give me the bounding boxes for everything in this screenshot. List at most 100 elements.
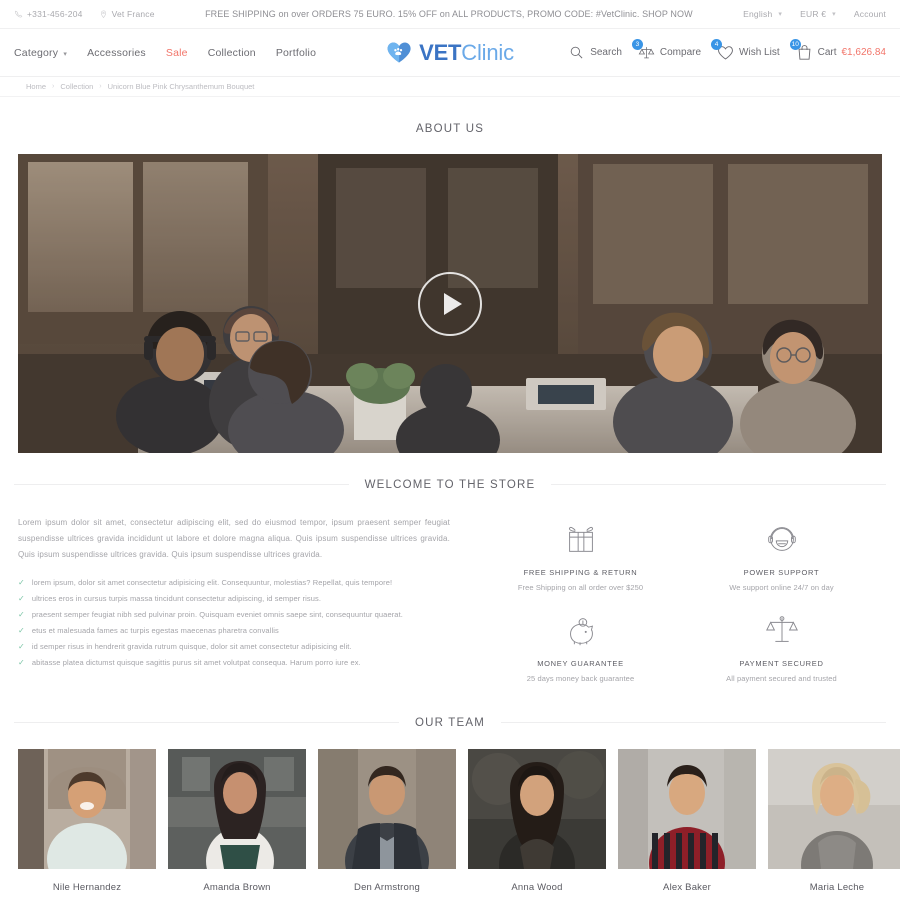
team-member-name: Anna Wood	[511, 882, 563, 893]
team-member-card[interactable]: Anna Wood Designer	[468, 749, 606, 900]
hero-video-player[interactable]	[18, 154, 882, 453]
site-logo[interactable]: VETClinic	[386, 40, 514, 66]
check-icon: ✓	[18, 594, 25, 603]
cart-total-price: €1,626.84	[841, 47, 887, 58]
service-features-grid: FREE SHIPPING & RETURN Free Shipping on …	[480, 515, 882, 697]
chevron-down-icon: ▾	[63, 50, 68, 58]
currency-selector[interactable]: EUR € ▾	[800, 9, 836, 19]
compare-button[interactable]: 3 Compare	[631, 39, 702, 61]
topbar-contact-group: +331-456-204 Vet France	[14, 9, 155, 19]
check-icon: ✓	[18, 626, 25, 635]
list-item-text: lorem ipsum, dolor sit amet consectetur …	[31, 578, 393, 587]
nav-actions: Search 3 Compare 4 Wish List 10 Cart €1,…	[568, 39, 887, 61]
welcome-paragraph: Lorem ipsum dolor sit amet, consectetur …	[18, 518, 450, 559]
topbar-phone[interactable]: +331-456-204	[14, 9, 83, 19]
feature-payment-secured: PAYMENT SECURED All payment secured and …	[681, 606, 882, 697]
search-label: Search	[590, 47, 622, 58]
feature-subtitle: 25 days money back guarantee	[526, 674, 635, 683]
primary-menu: Category ▾ Accessories Sale Collection P…	[14, 47, 316, 59]
list-item: ✓ praesent semper feugiat nibh sed pulvin…	[18, 607, 450, 623]
avatar	[18, 749, 156, 869]
welcome-heading-row: WELCOME TO THE STORE	[14, 475, 886, 493]
team-member-name: Maria Leche	[809, 882, 865, 893]
logo-wordmark: VETClinic	[419, 40, 514, 66]
list-item: ✓ lorem ipsum, dolor sit amet consectetur…	[18, 575, 450, 591]
nav-item-sale[interactable]: Sale	[166, 47, 188, 59]
search-icon	[568, 44, 585, 61]
feature-free-shipping: FREE SHIPPING & RETURN Free Shipping on …	[480, 515, 681, 606]
avatar	[468, 749, 606, 869]
topbar-settings-group: English ▾ EUR € ▾ Account	[743, 9, 886, 19]
breadcrumb-item-collection[interactable]: Collection	[60, 82, 93, 91]
team-member-card[interactable]: Amanda Brown Project Manager	[168, 749, 306, 900]
avatar	[618, 749, 756, 869]
welcome-feature-list: ✓ lorem ipsum, dolor sit amet consectetur…	[18, 575, 450, 671]
our-team-heading: OUR TEAM	[398, 717, 502, 729]
balance-scales-icon	[687, 610, 876, 650]
nav-item-category[interactable]: Category ▾	[14, 47, 67, 59]
team-member-name: Amanda Brown	[203, 882, 271, 893]
logo-text-vet: VET	[419, 39, 462, 65]
breadcrumb-separator: ›	[52, 83, 55, 90]
nav-item-portfolio[interactable]: Portfolio	[276, 47, 316, 59]
hero-video-section	[0, 135, 900, 453]
nav-item-accessories[interactable]: Accessories	[87, 47, 146, 59]
avatar	[768, 749, 900, 869]
account-link[interactable]: Account	[854, 9, 886, 19]
currency-label: EUR €	[800, 9, 827, 19]
team-member-card[interactable]: Maria Leche Developer	[768, 749, 900, 900]
language-label: English	[743, 9, 773, 19]
nav-item-category-label: Category	[14, 46, 59, 59]
compare-badge: 3	[631, 39, 643, 50]
topbar-location-text: Vet France	[111, 9, 155, 19]
heart-icon: 4	[711, 39, 734, 61]
list-item: ✓ abitasse platea dictumst quisque sagitt…	[18, 655, 450, 671]
list-item-text: abitasse platea dictumst quisque sagitti…	[31, 658, 361, 667]
check-icon: ✓	[18, 578, 25, 587]
feature-title: POWER SUPPORT	[743, 568, 820, 577]
chevron-down-icon: ▾	[832, 11, 836, 18]
cart-label: Cart	[817, 47, 837, 58]
search-button[interactable]: Search	[568, 44, 622, 61]
welcome-text-column: Lorem ipsum dolor sit amet, consectetur …	[18, 515, 450, 697]
shopping-bag-icon: 10	[789, 39, 813, 61]
team-member-card[interactable]: Den Armstrong Team Lead	[318, 749, 456, 900]
feature-money-guarantee: MONEY GUARANTEE 25 days money back guara…	[480, 606, 681, 697]
check-icon: ✓	[18, 658, 25, 667]
play-button-icon[interactable]	[418, 271, 482, 336]
team-member-card[interactable]: Nile Hernandez CEO	[18, 749, 156, 900]
promo-banner-text[interactable]: FREE SHIPPING on over ORDERS 75 EURO. 15…	[155, 9, 743, 19]
feature-subtitle: All payment secured and trusted	[726, 674, 837, 683]
phone-icon	[14, 10, 23, 19]
our-team-heading-row: OUR TEAM	[14, 713, 886, 731]
feature-power-support: POWER SUPPORT We support online 24/7 on …	[681, 515, 882, 606]
cart-button[interactable]: 10 Cart €1,626.84	[789, 39, 887, 61]
map-pin-icon	[99, 10, 108, 19]
wishlist-label: Wish List	[739, 47, 780, 58]
team-member-name: Nile Hernandez	[52, 882, 122, 893]
check-icon: ✓	[18, 610, 25, 619]
list-item: ✓ ultrices eros in cursus turpis massa ti…	[18, 591, 450, 607]
topbar-location[interactable]: Vet France	[99, 9, 155, 19]
team-member-card[interactable]: Alex Baker Software Engineering	[618, 749, 756, 900]
welcome-section: Lorem ipsum dolor sit amet, consectetur …	[0, 493, 900, 697]
about-us-heading: ABOUT US	[415, 123, 485, 135]
breadcrumb-separator: ›	[99, 83, 102, 90]
breadcrumb-item-home[interactable]: Home	[26, 82, 46, 91]
avatar	[168, 749, 306, 869]
list-item-text: praesent semper feugiat nibh sed pulvina…	[31, 610, 403, 619]
headset-support-icon	[687, 519, 876, 559]
language-selector[interactable]: English ▾	[743, 9, 782, 19]
avatar	[318, 749, 456, 869]
nav-item-collection[interactable]: Collection	[208, 47, 256, 59]
feature-subtitle: We support online 24/7 on day	[729, 583, 834, 592]
team-section: OUR TEAM Nile Hernandez Amanda Brown Den…	[0, 713, 900, 900]
wishlist-button[interactable]: 4 Wish List	[711, 39, 780, 61]
top-utility-bar: +331-456-204 Vet France FREE SHIPPING on…	[0, 0, 900, 29]
gift-box-icon	[486, 519, 675, 559]
feature-subtitle: Free Shipping on all order over $250	[517, 583, 644, 592]
play-triangle	[443, 292, 462, 315]
team-grid: Nile Hernandez CEO	[14, 731, 900, 900]
list-item-text: ultrices eros in cursus turpis massa tin…	[31, 594, 322, 603]
compare-label: Compare	[659, 47, 702, 58]
